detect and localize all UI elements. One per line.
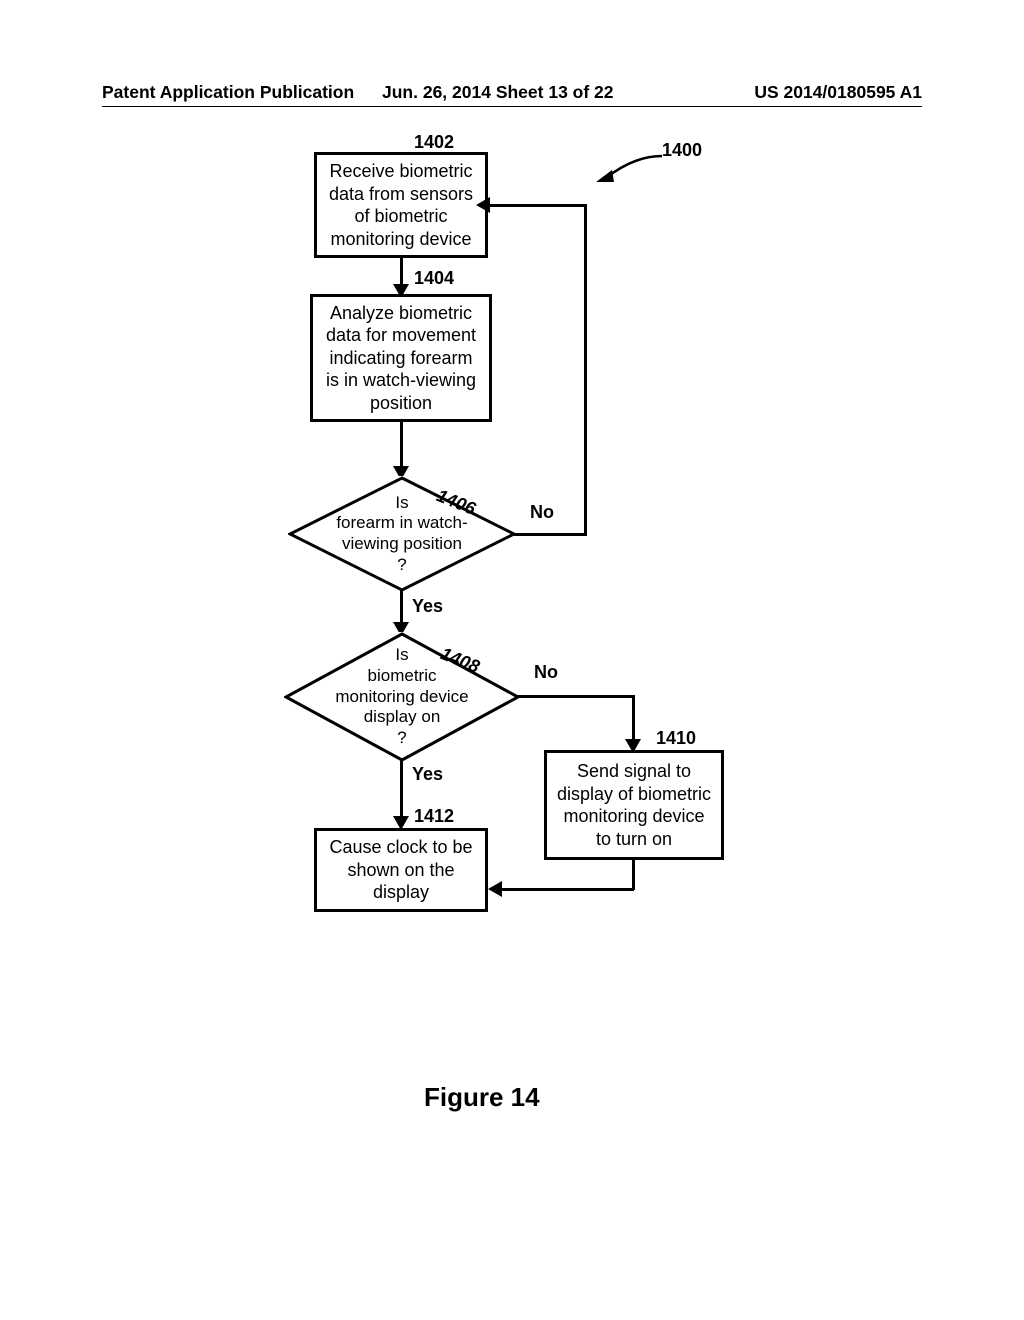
ref-1404: 1404	[414, 268, 454, 289]
ref-1410: 1410	[656, 728, 696, 749]
ref-1400: 1400	[662, 140, 702, 161]
page-header: Patent Application Publication Jun. 26, …	[54, 82, 970, 112]
decision-1406-text: Is forearm in watch- viewing position ?	[288, 476, 516, 592]
box-cause-clock: Cause clock to be shown on the display	[314, 828, 488, 912]
edge-1406-1408	[400, 590, 403, 626]
edge-1406-no-top	[488, 204, 586, 207]
ref-1402: 1402	[414, 132, 454, 153]
decision-1408: Is biometric monitoring device display o…	[284, 632, 520, 762]
edge-1408-no-h	[518, 695, 634, 698]
ref-1412: 1412	[414, 806, 454, 827]
decision-1408-text: Is biometric monitoring device display o…	[284, 632, 520, 762]
arrowhead-1410-1412	[488, 881, 502, 897]
label-1408-yes: Yes	[412, 764, 443, 785]
box-1412-text: Cause clock to be shown on the display	[325, 836, 477, 904]
box-1410-text: Send signal to display of biometric moni…	[555, 760, 713, 850]
edge-1410-v	[632, 860, 635, 890]
edge-1406-no-v	[584, 204, 587, 536]
edge-1408-no-v	[632, 695, 635, 743]
box-analyze-biometric: Analyze biometric data for movement indi…	[310, 294, 492, 422]
edge-1408-1412	[400, 760, 403, 820]
label-1408-no: No	[534, 662, 558, 683]
header-right: US 2014/0180595 A1	[754, 82, 922, 103]
box-1402-text: Receive biometric data from sensors of b…	[325, 160, 477, 250]
leader-1400	[594, 152, 664, 186]
header-mid: Jun. 26, 2014 Sheet 13 of 22	[382, 82, 614, 103]
box-receive-biometric: Receive biometric data from sensors of b…	[314, 152, 488, 258]
arrowhead-1406-loop	[476, 197, 490, 213]
label-1406-yes: Yes	[412, 596, 443, 617]
figure-caption: Figure 14	[424, 1082, 540, 1113]
edge-1404-1406	[400, 422, 403, 470]
header-left: Patent Application Publication	[102, 82, 354, 103]
box-send-signal: Send signal to display of biometric moni…	[544, 750, 724, 860]
edge-1410-h	[500, 888, 634, 891]
flowchart: 1400 1402 Receive biometric data from se…	[54, 134, 970, 1194]
header-rule	[102, 106, 922, 107]
box-1404-text: Analyze biometric data for movement indi…	[321, 302, 481, 415]
decision-1406: Is forearm in watch- viewing position ?	[288, 476, 516, 592]
label-1406-no: No	[530, 502, 554, 523]
edge-1406-no-h	[514, 533, 586, 536]
